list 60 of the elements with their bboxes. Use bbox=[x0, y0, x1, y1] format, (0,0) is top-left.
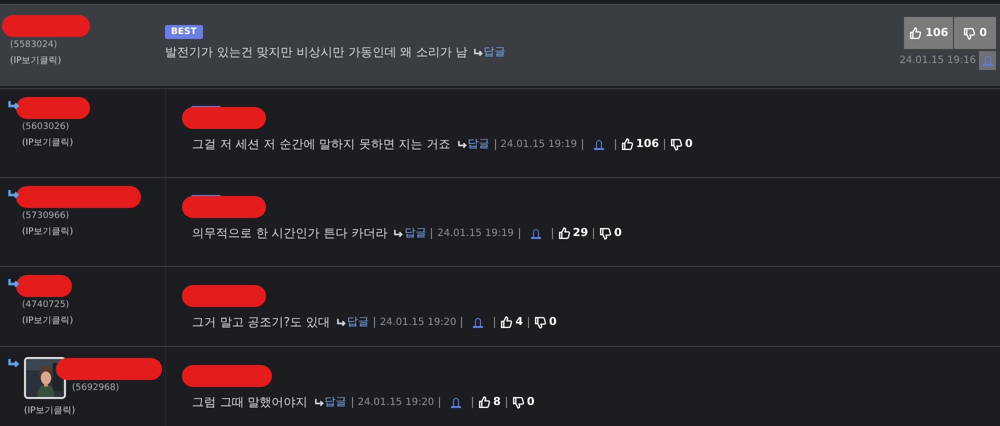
user-id: (4740725) bbox=[21, 299, 70, 312]
thumbs-up-icon bbox=[621, 138, 634, 150]
bell-icon[interactable] bbox=[594, 138, 604, 150]
user-id: (5583024) bbox=[9, 39, 58, 52]
thumbs-down-icon bbox=[599, 226, 612, 240]
reply-link[interactable]: 답글 bbox=[336, 314, 369, 330]
comment-text: 그걸 저 세션 저 순간에 말하지 못하면 지는 거죠 bbox=[192, 136, 451, 153]
user-id: (5603026) bbox=[21, 121, 70, 134]
comment-text: 그럼 그때 말했어야지 bbox=[192, 394, 308, 411]
comment-date: 24.01.15 19:20 bbox=[358, 396, 434, 410]
reply-arrow-icon bbox=[394, 228, 404, 238]
reply-arrow-icon bbox=[474, 48, 483, 56]
thumbs-down-icon bbox=[512, 396, 525, 408]
thumbs-up-icon bbox=[478, 396, 492, 408]
downvote-button[interactable]: 0 bbox=[512, 394, 534, 410]
downvote-button[interactable]: 0 bbox=[670, 136, 693, 152]
upvote-button[interactable]: 4 bbox=[500, 314, 523, 330]
reply-arrow-icon bbox=[8, 190, 20, 200]
comment-text: 그거 말고 공조기?도 있대 bbox=[192, 314, 330, 331]
comment-date: 24.01.15 19:20 bbox=[380, 316, 456, 330]
thumbs-down-icon bbox=[534, 316, 547, 328]
comment-text: 발전기가 있는건 맞지만 비상시만 가동인데 왜 소리가 남 bbox=[165, 44, 468, 61]
reply-arrow-icon bbox=[8, 101, 20, 111]
comment-date: 24.01.15 19:19 bbox=[500, 138, 578, 152]
user-id: (5692968) bbox=[72, 382, 120, 394]
upvote-button[interactable]: 29 bbox=[558, 224, 588, 242]
ip-link[interactable]: (IP보기클릭) bbox=[2, 54, 165, 68]
downvote-button[interactable]: 0 bbox=[954, 17, 996, 49]
reply-arrow-icon bbox=[336, 318, 346, 326]
bell-icon[interactable] bbox=[451, 396, 462, 408]
ip-link[interactable]: (IP보기클릭) bbox=[16, 136, 165, 150]
bell-icon[interactable] bbox=[530, 228, 541, 238]
redaction-mark bbox=[16, 275, 72, 297]
comment-text: 의무적으로 한 시간인가 튼다 카더라 bbox=[192, 225, 388, 242]
ip-link[interactable]: (IP보기클릭) bbox=[16, 226, 165, 239]
user-id: (5730966) bbox=[21, 210, 70, 223]
reply-link[interactable]: 답글 bbox=[314, 394, 347, 410]
reply-arrow-icon bbox=[314, 398, 324, 406]
thumbs-up-icon bbox=[909, 26, 922, 40]
upvote-button[interactable]: 106 bbox=[904, 17, 954, 49]
reply-link[interactable]: 답글 bbox=[394, 224, 426, 242]
thumbs-up-icon bbox=[558, 226, 571, 240]
thumbs-down-icon bbox=[963, 26, 976, 40]
reply-arrow-icon bbox=[458, 140, 467, 148]
comment-date: 24.01.15 19:16 bbox=[899, 54, 976, 68]
comment-date: 24.01.15 19:19 bbox=[437, 226, 514, 240]
downvote-button[interactable]: 0 bbox=[534, 314, 557, 330]
downvote-button[interactable]: 0 bbox=[599, 224, 622, 242]
upvote-button[interactable]: 106 bbox=[621, 136, 660, 152]
thumbs-up-icon bbox=[500, 316, 514, 328]
reply-arrow-icon bbox=[8, 279, 20, 289]
ip-link[interactable]: (IP보기클릭) bbox=[24, 405, 165, 418]
reply-arrow-icon bbox=[8, 359, 20, 369]
reply-link[interactable]: 답글 bbox=[458, 136, 490, 152]
reply-link[interactable]: 답글 bbox=[474, 44, 506, 60]
upvote-button[interactable]: 8 bbox=[478, 394, 501, 410]
bell-icon[interactable] bbox=[473, 316, 484, 328]
ip-link[interactable]: (IP보기클릭) bbox=[16, 314, 165, 328]
thumbs-down-icon bbox=[670, 138, 684, 150]
best-badge: BEST bbox=[165, 25, 203, 39]
